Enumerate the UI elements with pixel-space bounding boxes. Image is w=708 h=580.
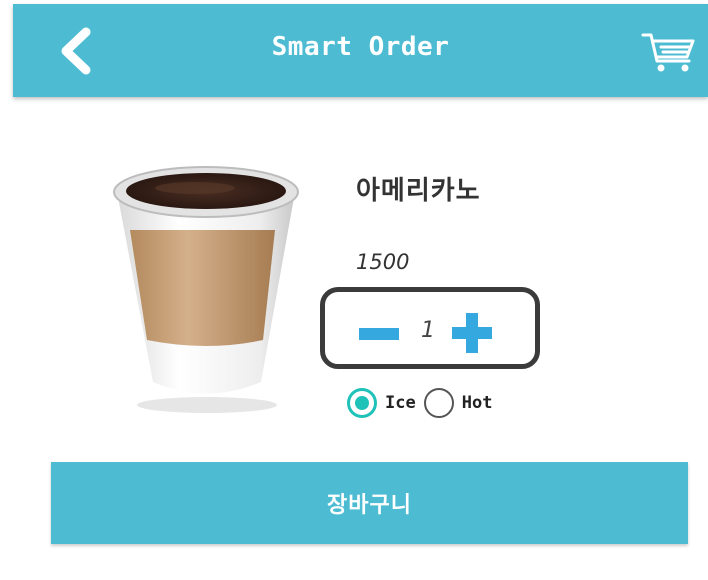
temperature-options: Ice Hot (347, 386, 500, 420)
hot-label: Hot (461, 393, 493, 413)
minus-icon[interactable] (359, 328, 399, 340)
plus-icon[interactable] (452, 313, 492, 353)
ice-label: Ice (385, 393, 416, 413)
quantity-stepper: 1 (320, 287, 540, 369)
add-to-cart-button[interactable]: 장바구니 (51, 462, 688, 544)
coffee-cup-image (95, 120, 315, 420)
product-price: 1500 (356, 250, 410, 274)
page-title: Smart Order (271, 32, 450, 62)
shopping-cart-icon (641, 33, 695, 72)
ice-radio[interactable] (347, 388, 377, 418)
product-name: 아메리카노 (356, 176, 481, 206)
quantity-value: 1 (421, 318, 435, 343)
cart-button[interactable] (640, 30, 698, 76)
hot-radio[interactable] (423, 388, 454, 418)
app-header: Smart Order (13, 4, 708, 97)
